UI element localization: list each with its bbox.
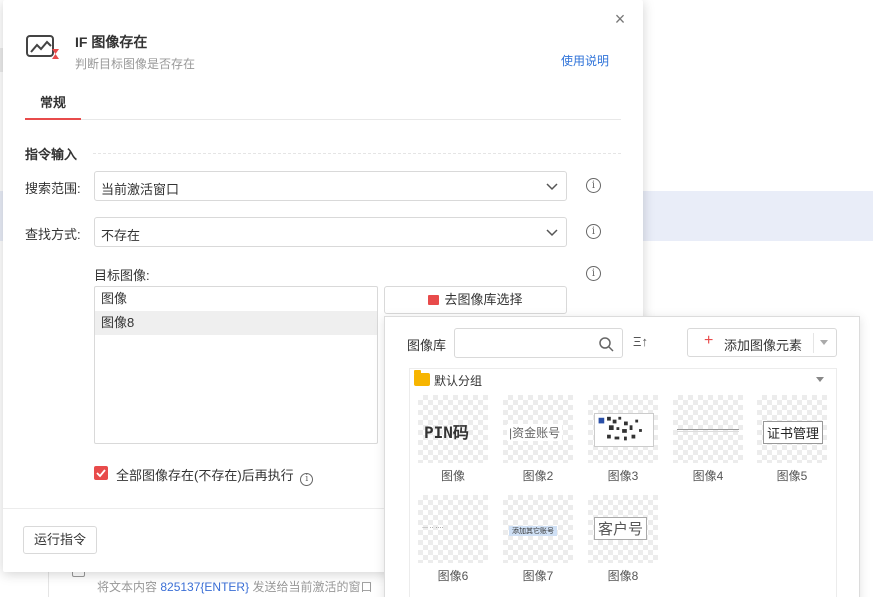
image-thumbnail[interactable]: 添加其它账号 图像7 [503,495,573,583]
sort-icon[interactable]: Ξ↑ [633,334,648,349]
thumbnail-text: 添加其它账号 [509,526,557,536]
tab-bar: 常规 [25,90,621,120]
thumbnail-preview: |资金账号 [503,395,573,463]
thumbnail-caption: 图像 [440,469,465,483]
thumbnail-caption: 图像2 [522,469,554,483]
thumbnail-caption: 图像6 [437,569,469,583]
image-thumbnail[interactable]: PIN码 图像 [418,395,488,483]
image-library-button-label: 去图像库选择 [444,292,523,307]
image-thumbnail[interactable]: 图像4 [673,395,743,483]
list-item[interactable]: 图像 [95,287,377,311]
collapse-arrow-icon[interactable] [816,377,824,382]
check-icon [96,469,106,478]
add-image-element-button[interactable]: + 添加图像元素 [687,328,837,357]
search-icon [599,337,614,352]
info-icon[interactable]: i [586,266,601,281]
image-thumbnail[interactable]: 图像3 [588,395,658,483]
image-group: 默认分组 PIN码 图像 |资金账号 图像2 图像3 图像4 证书管理 图像5 … [409,368,837,597]
dropdown-arrow-icon[interactable] [820,340,828,345]
thumbnail-preview: 添加其它账号 [503,495,573,563]
checkbox-text: 全部图像存在(不存在)后再执行 [116,468,294,483]
background-command-summary: 将文本内容 825137{ENTER} 发送给当前激活的窗口 [97,578,372,595]
thumbnail-preview: PIN码 [418,395,488,463]
image-library-button[interactable]: 去图像库选择 [384,286,567,314]
qr-code-icon [594,413,654,447]
target-image-label: 目标图像: [94,268,150,283]
thumbnail-text: |资金账号 [507,424,563,441]
group-name: 默认分组 [434,374,483,388]
info-icon[interactable]: i [586,178,601,193]
thumbnail-preview [588,395,658,463]
info-icon[interactable]: i [586,224,601,239]
dialog-title: IF 图像存在 [75,34,148,50]
find-mode-select[interactable]: 不存在 [94,217,567,247]
image-thumbnail[interactable]: ··· ·· ···· 图像6 [418,495,488,583]
image-icon [428,295,440,305]
plus-icon: + [704,332,714,349]
thumbnail-preview: ··· ·· ···· [418,495,488,563]
thumbnail-line [677,429,739,432]
help-link[interactable]: 使用说明 [561,52,609,69]
search-scope-value: 当前激活窗口 [101,182,180,197]
image-library-label: 图像库 [407,338,447,353]
all-images-checkbox[interactable] [94,466,108,480]
all-images-checkbox-label: 全部图像存在(不存在)后再执行 i [116,465,314,486]
image-thumbnail[interactable]: |资金账号 图像2 [503,395,573,483]
find-mode-value: 不存在 [101,228,141,243]
add-image-element-label: 添加图像元素 [724,338,803,353]
thumbnail-caption: 图像3 [607,469,639,483]
thumbnail-caption: 图像8 [607,569,639,583]
search-scope-select[interactable]: 当前激活窗口 [94,171,567,201]
thumbnail-caption: 图像4 [692,469,724,483]
thumbnail-preview [673,395,743,463]
find-mode-label: 查找方式: [25,227,81,242]
image-exists-icon [26,35,59,59]
image-search-input[interactable] [454,328,623,358]
chevron-down-icon [546,229,558,237]
image-thumbnail[interactable]: 客户号 图像8 [588,495,658,583]
thumbnail-caption: 图像7 [522,569,554,583]
image-thumbnail[interactable]: 证书管理 图像5 [757,395,827,483]
section-title: 指令输入 [25,147,78,162]
summary-highlight: 825137{ENTER} [160,580,250,594]
folder-icon [414,370,430,386]
section-divider [93,153,621,154]
thumbnail-preview: 客户号 [588,495,658,563]
thumbnail-caption: 图像5 [776,469,808,483]
summary-prefix: 将文本内容 [97,580,158,594]
thumbnail-preview: 证书管理 [757,395,827,463]
dialog-subtitle: 判断目标图像是否存在 [75,57,196,71]
list-item[interactable]: 图像8 [95,311,377,335]
thumbnail-text: PIN码 [424,423,469,442]
button-separator [813,333,814,353]
thumbnail-text: ··· ·· ···· [422,525,444,531]
target-image-list: 图像 图像8 [94,286,378,444]
thumbnail-text: 客户号 [594,517,648,540]
tab-general[interactable]: 常规 [25,90,81,120]
chevron-down-icon [546,183,558,191]
run-command-button[interactable]: 运行指令 [23,526,97,554]
info-icon[interactable]: i [300,473,314,486]
summary-suffix: 发送给当前激活的窗口 [252,580,373,594]
close-icon[interactable]: × [611,10,629,28]
thumbnail-text: 证书管理 [763,421,824,444]
image-library-popup: 图像库 Ξ↑ + 添加图像元素 默认分组 PIN码 图像 |资金账号 图像2 图… [384,316,860,597]
search-scope-label: 搜索范围: [25,181,81,196]
